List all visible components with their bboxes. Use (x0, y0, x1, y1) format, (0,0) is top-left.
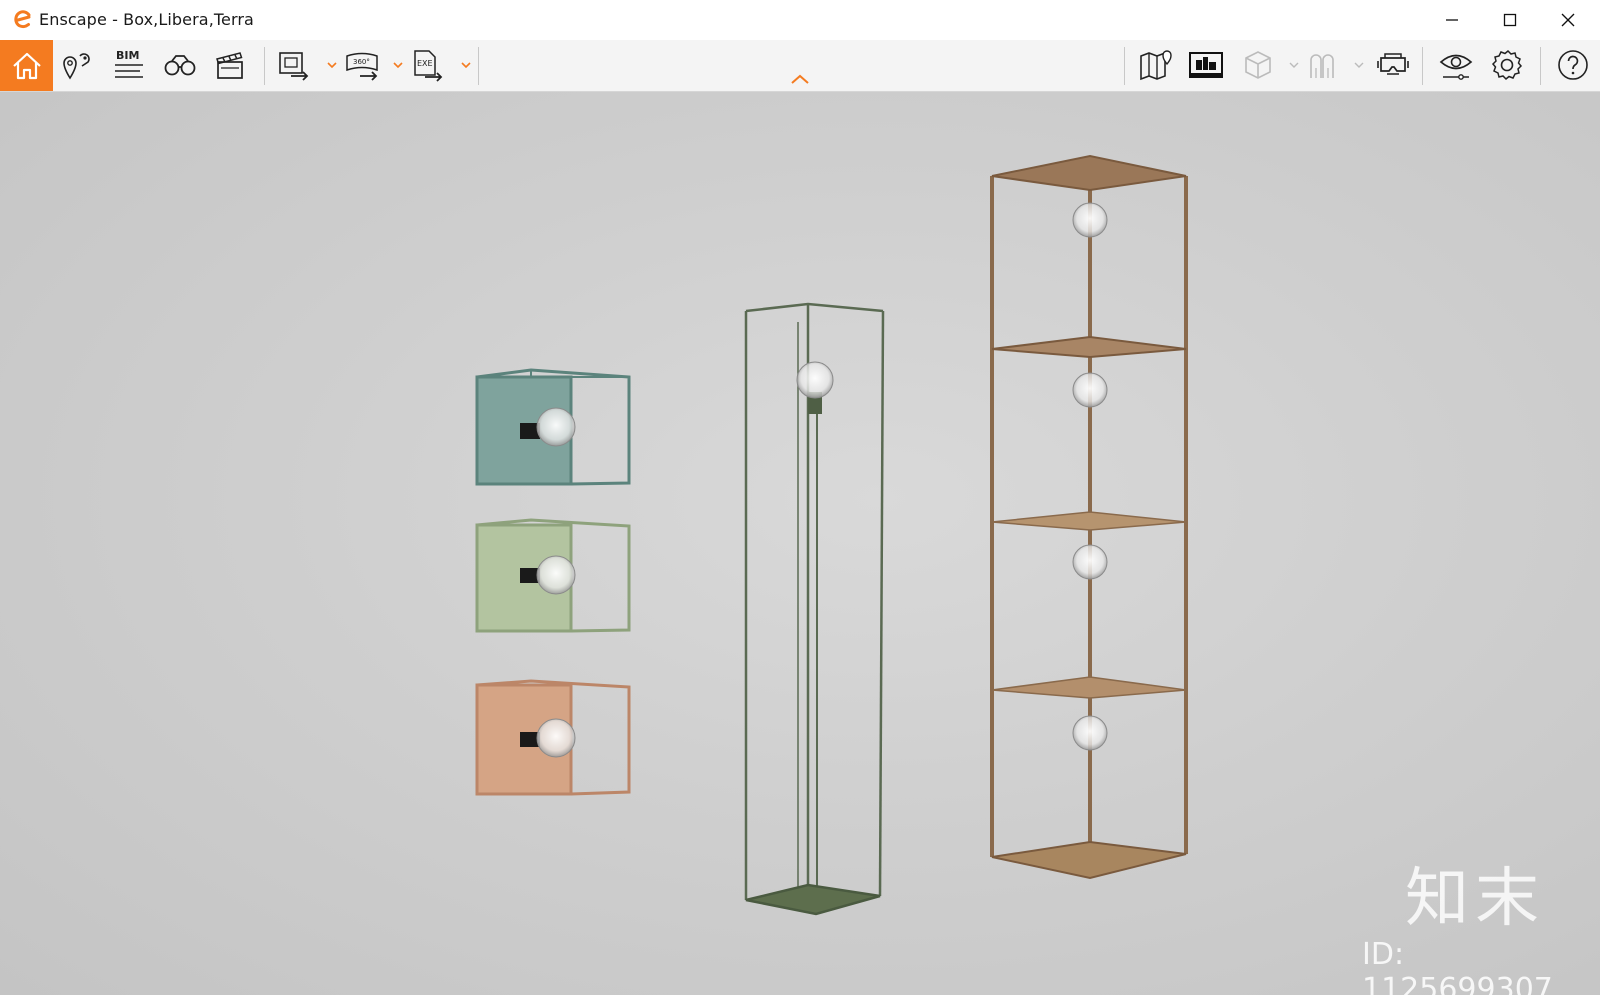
watermark-logo: 知末 (1405, 862, 1545, 936)
exe-export-button[interactable]: EXE (409, 46, 449, 84)
visibility-button[interactable] (1436, 46, 1476, 84)
toolbar-separator (1540, 47, 1541, 85)
toolbar: BIM 360° EXE (0, 40, 1600, 92)
binoculars-icon (164, 55, 196, 76)
render-viewport[interactable]: 知末 ID: 1125699307 (0, 92, 1600, 995)
window-title: Enscape - Box,Libera,Terra (39, 10, 254, 29)
collapse-toolbar-button[interactable] (786, 70, 814, 88)
asset-library-button[interactable] (1186, 46, 1226, 84)
chevron-down-icon (1354, 62, 1364, 68)
map-button[interactable] (1136, 46, 1176, 84)
exe-export-icon: EXE (414, 50, 443, 82)
panorama-360-label: 360° (353, 58, 370, 66)
cube-icon (1245, 51, 1271, 79)
bim-button[interactable]: BIM (108, 46, 148, 84)
minimize-icon (1446, 19, 1458, 21)
exe-label: EXE (417, 59, 433, 68)
wall-lamp-terracotta (475, 679, 631, 796)
maximize-button[interactable] (1481, 0, 1539, 40)
shelf-lamp-bronze (990, 154, 1188, 880)
help-icon (1558, 50, 1588, 80)
exe-export-dropdown[interactable] (460, 58, 472, 72)
settings-icon (1491, 49, 1523, 81)
scene-render (475, 154, 1188, 916)
close-icon (1561, 13, 1575, 27)
chevron-down-icon (1289, 62, 1299, 68)
render-export-icon (279, 52, 309, 81)
bim-label: BIM (116, 49, 139, 62)
help-button[interactable] (1553, 46, 1593, 84)
chevron-down-icon (327, 62, 337, 69)
chevron-down-icon (393, 62, 403, 69)
asset-library-icon (1189, 52, 1223, 78)
bim-icon: BIM (115, 49, 143, 78)
toolbar-separator (478, 47, 479, 85)
visibility-icon (1439, 54, 1473, 80)
enscape-logo-icon (14, 10, 31, 29)
minimize-button[interactable] (1423, 0, 1481, 40)
people-button[interactable] (1303, 46, 1343, 84)
cube-dropdown[interactable] (1288, 58, 1300, 72)
home-icon (12, 52, 41, 79)
chevron-up-icon (791, 74, 809, 84)
panorama-360-export-icon: 360° (346, 52, 378, 81)
panorama-export-dropdown[interactable] (392, 58, 404, 72)
wall-lamp-sage (475, 518, 631, 633)
views-icon (63, 53, 90, 80)
render-export-button[interactable] (275, 46, 315, 84)
toolbar-separator (1422, 47, 1423, 85)
wall-lamp-teal (475, 368, 631, 486)
binoculars-button[interactable] (160, 46, 200, 84)
toolbar-separator (1124, 47, 1125, 85)
close-button[interactable] (1539, 0, 1597, 40)
watermark-id: ID: 1125699307 (1362, 937, 1553, 995)
home-button[interactable] (0, 40, 53, 91)
vr-headset-button[interactable] (1373, 46, 1413, 84)
vr-headset-icon (1377, 53, 1409, 75)
clapper-icon (216, 52, 243, 79)
chevron-down-icon (461, 62, 471, 69)
cube-button[interactable] (1238, 46, 1278, 84)
render-export-dropdown[interactable] (326, 58, 338, 72)
title-bar: Enscape - Box,Libera,Terra (0, 0, 1600, 40)
panorama-export-button[interactable]: 360° (343, 46, 383, 84)
people-dropdown[interactable] (1353, 58, 1365, 72)
views-button[interactable] (58, 46, 98, 84)
people-icon (1310, 54, 1334, 78)
toolbar-separator (264, 47, 265, 85)
floor-lamp-green (744, 302, 885, 916)
map-icon (1140, 50, 1172, 81)
maximize-icon (1503, 13, 1517, 27)
settings-button[interactable] (1488, 46, 1528, 84)
clapper-button[interactable] (210, 46, 250, 84)
